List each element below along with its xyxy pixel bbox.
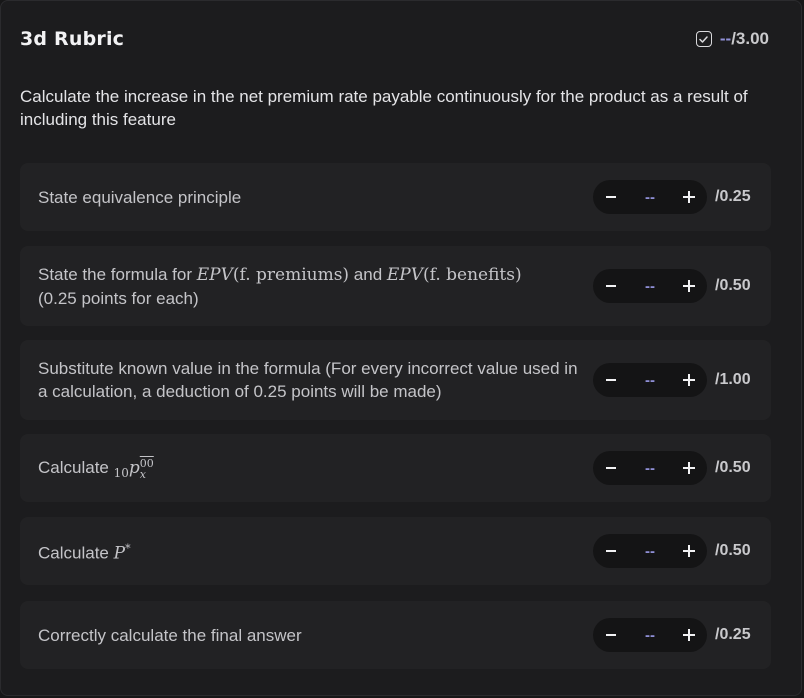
total-score: --/3.00 (695, 29, 769, 49)
math-symbol: P (113, 543, 126, 564)
criterion-label: Substitute known value in the formula (F… (38, 359, 578, 401)
math-superscript: 00 (139, 456, 154, 470)
criterion-row: Calculate 10p 00 x -- /0.50 (20, 434, 771, 502)
math-prescript: 10 (113, 465, 129, 480)
minus-icon[interactable] (603, 627, 619, 643)
criterion-label: Calculate 10p 00 x (38, 456, 593, 481)
points-stepper: -- (593, 180, 707, 214)
criterion-row: Substitute known value in the formula (F… (20, 340, 771, 420)
criterion-label: State equivalence principle (38, 187, 242, 207)
criterion-row: Calculate P* -- /0.50 (20, 517, 771, 585)
minus-icon[interactable] (603, 372, 619, 388)
max-points: /0.50 (715, 459, 751, 476)
max-points: /0.50 (715, 277, 751, 294)
criterion-row: Correctly calculate the final answer -- … (20, 601, 771, 669)
rubric-panel: 3d Rubric --/3.00 Calculate the increase… (0, 0, 802, 696)
criterion-label-suffix: (0.25 points for each) (38, 288, 199, 308)
max-points: /0.25 (715, 626, 751, 643)
plus-icon[interactable] (681, 543, 697, 559)
points-stepper: -- (593, 534, 707, 568)
criterion-label-text: Calculate (38, 457, 114, 477)
points-value[interactable]: -- (645, 372, 655, 389)
points-value[interactable]: -- (645, 189, 655, 206)
math-epv-arg: (f. benefits) (423, 264, 522, 285)
math-epv: EPV (386, 264, 423, 285)
max-points: /1.00 (715, 371, 751, 388)
plus-icon[interactable] (681, 372, 697, 388)
question-text: Calculate the increase in the net premiu… (20, 87, 748, 129)
criterion-label: Correctly calculate the final answer (38, 625, 302, 645)
minus-icon[interactable] (603, 460, 619, 476)
points-value[interactable]: -- (645, 460, 655, 477)
points-value[interactable]: -- (645, 543, 655, 560)
rubric-title: 3d Rubric (20, 28, 125, 50)
criterion-label-prefix: State the formula for (38, 264, 197, 284)
criterion-label-text: Calculate (38, 543, 114, 563)
criterion-label: State the formula for EPV(f. premiums) a… (38, 263, 593, 310)
plus-icon[interactable] (681, 278, 697, 294)
criterion-label: Calculate P* (38, 537, 593, 566)
minus-icon[interactable] (603, 189, 619, 205)
rubric-header: 3d Rubric --/3.00 (20, 27, 769, 51)
math-epv: EPV (196, 264, 233, 285)
max-points: /0.25 (715, 188, 751, 205)
criterion-row: State equivalence principle -- /0.25 (20, 163, 771, 231)
minus-icon[interactable] (603, 543, 619, 559)
points-stepper: -- (593, 269, 707, 303)
total-score-text: --/3.00 (720, 29, 769, 49)
total-score-value: -- (719, 29, 732, 48)
plus-icon[interactable] (681, 460, 697, 476)
total-score-max: /3.00 (731, 29, 769, 48)
plus-icon[interactable] (681, 627, 697, 643)
criterion-row: State the formula for EPV(f. premiums) a… (20, 246, 771, 326)
math-scripts: 00 x (140, 458, 154, 480)
math-subscript: x (139, 467, 146, 481)
points-stepper: -- (593, 618, 707, 652)
points-value[interactable]: -- (645, 627, 655, 644)
math-symbol: p (128, 457, 140, 478)
checkbox-check-icon[interactable] (695, 31, 712, 47)
points-value[interactable]: -- (645, 278, 655, 295)
points-stepper: -- (593, 451, 707, 485)
math-epv-arg: (f. premiums) (232, 264, 350, 285)
points-stepper: -- (593, 363, 707, 397)
plus-icon[interactable] (681, 189, 697, 205)
math-superscript: * (125, 541, 131, 555)
criterion-label-mid: and (349, 264, 387, 284)
max-points: /0.50 (715, 542, 751, 559)
minus-icon[interactable] (603, 278, 619, 294)
